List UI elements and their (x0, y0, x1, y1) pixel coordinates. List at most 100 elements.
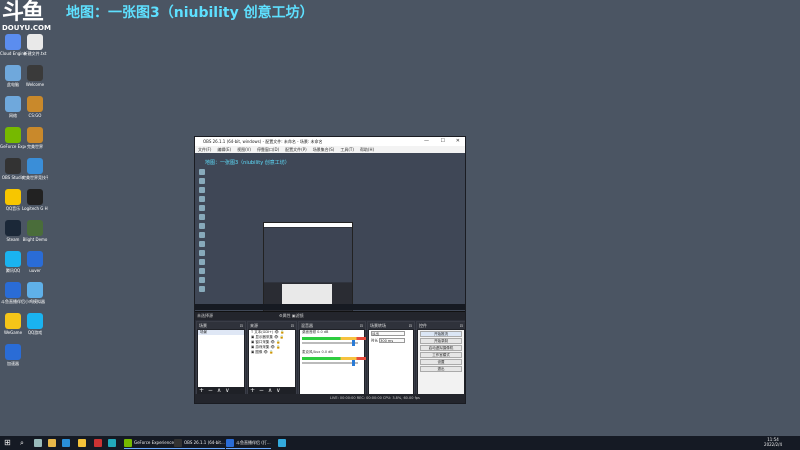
app-icon (5, 220, 21, 236)
minimize-icon[interactable]: — (424, 137, 429, 146)
menu-item[interactable]: 帮助(H) (360, 147, 374, 152)
taskbar-app[interactable]: GeForce Experience (124, 437, 174, 449)
desktop-icon-label: QQ游戏 (27, 330, 43, 335)
sources-list[interactable]: T 文本(GDI+) 👁 🔒 ▣ 显示器采集 👁 🔒 ▣ 窗口采集 👁 🔒 ▣ 游戏采… (249, 330, 295, 387)
obs-window[interactable]: OBS 26.1.1 (64-bit, windows) - 配置文件: 未命名… (194, 136, 466, 404)
menu-item[interactable]: 编辑(E) (217, 147, 231, 152)
control-button[interactable]: 设置 (420, 359, 462, 365)
taskbar-clock[interactable]: 11:54 2022/2/4 (764, 437, 782, 447)
desktop-icon[interactable]: uuver (22, 251, 48, 273)
controls-list: 开始推流 开始录制 启动虚拟摄像机 工作室模式 设置 退出 (418, 330, 464, 394)
control-button[interactable]: 启动虚拟摄像机 (420, 345, 462, 351)
desktop-icon-label: 完美世界竞技平台 (22, 175, 48, 180)
control-button[interactable]: 退出 (420, 366, 462, 372)
dock-menu-icon[interactable]: ⊡ (460, 322, 463, 329)
duration-input[interactable]: 300 ms (379, 338, 406, 343)
mixer-list[interactable]: 桌面音频 0.0 dB 麦克风/Aux 0.0 dB (300, 330, 366, 394)
app-icon (5, 158, 21, 174)
douyu-logo-mark: 斗鱼 (2, 0, 44, 25)
controls-header: 控件 (419, 323, 427, 328)
desktop-icon[interactable]: 完美世界 (22, 127, 48, 149)
mixer-channel-label: 麦克风/Aux 0.0 dB (302, 350, 333, 354)
menu-item[interactable]: 场景集合(S) (313, 147, 335, 152)
store-icon[interactable] (78, 437, 88, 449)
volume-fader[interactable] (302, 362, 358, 364)
obs-menubar: 文件(F) 编辑(E) 视图(V) 停靠窗口(D) 配置文件(P) 场景集合(S) 工具(T… (195, 146, 465, 153)
dock-menu-icon[interactable]: ⊡ (360, 322, 363, 329)
maximize-icon[interactable]: ☐ (441, 137, 445, 146)
menu-item[interactable]: 文件(F) (198, 147, 211, 152)
stream-title: 地图：一张图3（niubility 创意工坊） (66, 5, 314, 21)
task-view-icon[interactable] (34, 437, 44, 449)
app-icon[interactable] (278, 437, 288, 449)
app-icon (27, 158, 43, 174)
control-button[interactable]: 开始录制 (420, 338, 462, 344)
volume-fader[interactable] (302, 342, 358, 344)
source-toolbar: 未选择源 ⚙属性 ▣滤镜 (195, 311, 465, 320)
edge-icon[interactable] (62, 437, 72, 449)
obs-preview[interactable]: 地图：一张图3（niubility 创意工坊） (195, 153, 465, 311)
clock-date: 2022/2/4 (764, 442, 782, 447)
fader-handle[interactable] (352, 340, 355, 346)
fader-handle[interactable] (352, 360, 355, 366)
app-icon (27, 220, 43, 236)
source-item[interactable]: ▣ 图像 👁 🔒 (249, 350, 295, 355)
menu-item[interactable]: 工具(T) (340, 147, 354, 152)
desktop-icon[interactable]: Welcome (22, 65, 48, 87)
scene-item[interactable]: 场景 (198, 330, 244, 335)
close-icon[interactable]: ✕ (456, 137, 460, 146)
obs-titlebar[interactable]: OBS 26.1.1 (64-bit, windows) - 配置文件: 未命名… (195, 137, 465, 146)
file-explorer-icon[interactable] (48, 437, 58, 449)
desktop: 斗鱼 DOUYU.COM 地图：一张图3（niubility 创意工坊） Clo… (0, 0, 800, 436)
desktop-icon[interactable]: QQ游戏 (22, 313, 48, 335)
desktop-icon[interactable]: Blight Demo (22, 220, 48, 242)
obs-window-title: OBS 26.1.1 (64-bit, windows) - 配置文件: 未命名… (203, 139, 323, 144)
preview-nested-obs (263, 222, 353, 311)
desktop-icon[interactable]: Logitech G HUB (22, 189, 48, 211)
desktop-icon[interactable]: 新建文件.txt (22, 34, 48, 56)
dock-menu-icon[interactable]: ⊡ (291, 322, 294, 329)
app-icon (5, 189, 21, 205)
desktop-icon-label: Logitech G HUB (22, 206, 48, 211)
no-source-selected: 未选择源 (197, 313, 213, 318)
controls-dock: 控件 ⊡ 开始推流 开始录制 启动虚拟摄像机 工作室模式 设置 退出 (416, 321, 465, 396)
taskbar-app-label: GeForce Experience (134, 440, 174, 445)
control-button[interactable]: 工作室模式 (420, 352, 462, 358)
app-icon (174, 439, 182, 447)
app-icon (124, 439, 132, 447)
transitions-body: 淡出 时长 300 ms (369, 330, 413, 394)
search-icon[interactable]: ⌕ (20, 437, 24, 449)
app-icon[interactable] (94, 437, 104, 449)
desktop-icon[interactable]: 完美世界竞技平台 (22, 158, 48, 180)
taskbar-app[interactable]: OBS 26.1.1 (64-bit... (174, 437, 225, 449)
desktop-icon[interactable]: 加速器 (0, 344, 26, 366)
douyu-logo: 斗鱼 DOUYU.COM (2, 1, 58, 35)
menu-item[interactable]: 配置文件(P) (285, 147, 307, 152)
preview-stream-title: 地图：一张图3（niubility 创意工坊） (205, 160, 290, 166)
dock-menu-icon[interactable]: ⊡ (240, 322, 243, 329)
transition-select[interactable]: 淡出 (371, 331, 405, 336)
scenes-list[interactable]: 场景 (198, 330, 244, 387)
menu-item[interactable]: 停靠窗口(D) (257, 147, 279, 152)
sources-dock: 来源 ⊡ T 文本(GDI+) 👁 🔒 ▣ 显示器采集 👁 🔒 ▣ 窗口采集 👁 🔒 ▣… (247, 321, 297, 396)
menu-item[interactable]: 视图(V) (237, 147, 251, 152)
desktop-icon[interactable]: CS:GO (22, 96, 48, 118)
control-button[interactable]: 开始推流 (420, 331, 462, 337)
properties-filters[interactable]: ⚙属性 ▣滤镜 (279, 313, 304, 319)
desktop-icon-label: uuver (29, 268, 41, 273)
obs-docks: 场景 ⊡ 场景 + − ∧ ∨ 来源 ⊡ T 文本(GDI+) 👁 🔒 ▣ 显示器采集… (195, 321, 465, 396)
start-button[interactable]: ⊞ (4, 437, 11, 449)
dock-menu-icon[interactable]: ⊡ (409, 322, 412, 329)
app-icon[interactable] (108, 437, 118, 449)
app-icon (27, 96, 43, 112)
douyu-logo-text: DOUYU.COM (2, 24, 51, 32)
scenes-dock: 场景 ⊡ 场景 + − ∧ ∨ (196, 321, 246, 396)
app-icon (5, 96, 21, 112)
desktop-icon-label: 新建文件.txt (23, 51, 47, 56)
scenes-header: 场景 (199, 323, 207, 328)
transitions-dock: 场景转场 ⊡ 淡出 时长 300 ms (367, 321, 415, 396)
desktop-icon-label: CS:GO (28, 113, 42, 118)
desktop-icons: Cloud Engine 新建文件.txt 此电脑 Welcome 网络 CS:GO GeF… (0, 34, 58, 434)
desktop-icon[interactable]: 小鸡模拟器 (22, 282, 48, 304)
taskbar-app[interactable]: 斗鱼直播伴侣 (打... (226, 437, 271, 449)
